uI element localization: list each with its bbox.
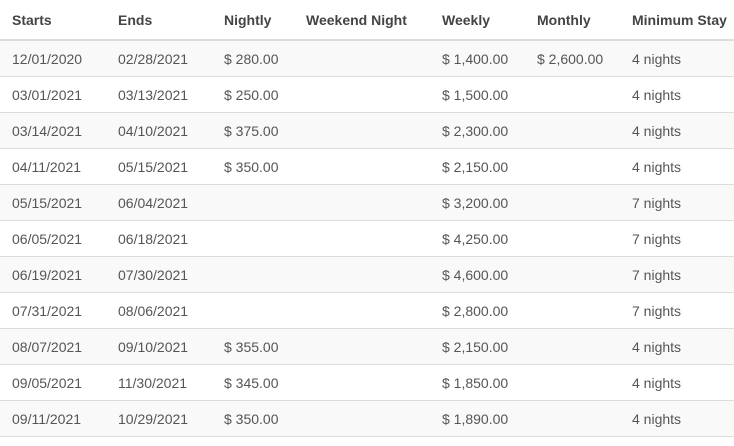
cell-nightly: $ 350.00	[212, 400, 294, 437]
table-row: 05/15/2021 06/04/2021 $ 3,200.00 7 nights	[0, 184, 734, 221]
header-row: Starts Ends Nightly Weekend Night Weekly…	[0, 0, 734, 41]
cell-monthly	[525, 76, 620, 113]
table-row: 08/07/2021 09/10/2021 $ 355.00 $ 2,150.00 4 …	[0, 328, 734, 365]
cell-minimum-stay: 7 nights	[620, 184, 734, 221]
cell-weekend-night	[294, 292, 430, 329]
cell-ends: 03/13/2021	[106, 76, 212, 113]
header-monthly: Monthly	[525, 0, 620, 41]
table-row: 07/31/2021 08/06/2021 $ 2,800.00 7 nights	[0, 292, 734, 329]
cell-weekend-night	[294, 256, 430, 293]
cell-monthly	[525, 256, 620, 293]
header-ends: Ends	[106, 0, 212, 41]
cell-minimum-stay: 4 nights	[620, 328, 734, 365]
table-row: 09/11/2021 10/29/2021 $ 350.00 $ 1,890.00 4 …	[0, 400, 734, 437]
cell-monthly	[525, 328, 620, 365]
cell-nightly: $ 280.00	[212, 40, 294, 77]
table-row: 06/19/2021 07/30/2021 $ 4,600.00 7 nights	[0, 256, 734, 293]
rates-table: Starts Ends Nightly Weekend Night Weekly…	[0, 0, 734, 437]
header-minimum-stay: Minimum Stay	[620, 0, 734, 41]
cell-weekly: $ 2,150.00	[430, 148, 525, 185]
cell-weekly: $ 2,800.00	[430, 292, 525, 329]
cell-ends: 09/10/2021	[106, 328, 212, 365]
cell-weekend-night	[294, 328, 430, 365]
cell-starts: 09/05/2021	[0, 364, 106, 401]
cell-weekend-night	[294, 40, 430, 77]
cell-ends: 10/29/2021	[106, 400, 212, 437]
cell-monthly	[525, 220, 620, 257]
cell-weekly: $ 4,600.00	[430, 256, 525, 293]
cell-starts: 05/15/2021	[0, 184, 106, 221]
cell-nightly	[212, 220, 294, 257]
cell-starts: 12/01/2020	[0, 40, 106, 77]
cell-weekly: $ 4,250.00	[430, 220, 525, 257]
cell-monthly	[525, 292, 620, 329]
cell-weekend-night	[294, 220, 430, 257]
cell-nightly: $ 355.00	[212, 328, 294, 365]
cell-starts: 07/31/2021	[0, 292, 106, 329]
cell-ends: 06/18/2021	[106, 220, 212, 257]
cell-nightly	[212, 184, 294, 221]
cell-weekend-night	[294, 76, 430, 113]
cell-nightly: $ 250.00	[212, 76, 294, 113]
cell-minimum-stay: 7 nights	[620, 220, 734, 257]
cell-weekly: $ 3,200.00	[430, 184, 525, 221]
cell-ends: 07/30/2021	[106, 256, 212, 293]
header-weekend-night: Weekend Night	[294, 0, 430, 41]
table-row: 03/14/2021 04/10/2021 $ 375.00 $ 2,300.00 4 …	[0, 112, 734, 149]
cell-minimum-stay: 4 nights	[620, 364, 734, 401]
header-nightly: Nightly	[212, 0, 294, 41]
cell-ends: 06/04/2021	[106, 184, 212, 221]
header-weekly: Weekly	[430, 0, 525, 41]
rates-table-body: 12/01/2020 02/28/2021 $ 280.00 $ 1,400.00 $ …	[0, 40, 734, 437]
cell-minimum-stay: 4 nights	[620, 148, 734, 185]
table-row: 04/11/2021 05/15/2021 $ 350.00 $ 2,150.00 4 …	[0, 148, 734, 185]
table-row: 09/05/2021 11/30/2021 $ 345.00 $ 1,850.00 4 …	[0, 364, 734, 401]
cell-monthly	[525, 112, 620, 149]
cell-monthly	[525, 184, 620, 221]
cell-weekly: $ 1,890.00	[430, 400, 525, 437]
cell-weekend-night	[294, 148, 430, 185]
cell-weekend-night	[294, 400, 430, 437]
cell-minimum-stay: 4 nights	[620, 40, 734, 77]
cell-weekend-night	[294, 364, 430, 401]
table-row: 12/01/2020 02/28/2021 $ 280.00 $ 1,400.00 $ …	[0, 40, 734, 77]
cell-ends: 08/06/2021	[106, 292, 212, 329]
cell-weekly: $ 1,850.00	[430, 364, 525, 401]
cell-starts: 06/19/2021	[0, 256, 106, 293]
rates-table-header: Starts Ends Nightly Weekend Night Weekly…	[0, 0, 734, 41]
cell-starts: 04/11/2021	[0, 148, 106, 185]
cell-starts: 08/07/2021	[0, 328, 106, 365]
cell-nightly	[212, 256, 294, 293]
cell-nightly: $ 350.00	[212, 148, 294, 185]
cell-weekly: $ 2,150.00	[430, 328, 525, 365]
cell-monthly: $ 2,600.00	[525, 40, 620, 77]
table-row: 06/05/2021 06/18/2021 $ 4,250.00 7 nights	[0, 220, 734, 257]
cell-nightly: $ 375.00	[212, 112, 294, 149]
cell-ends: 04/10/2021	[106, 112, 212, 149]
cell-ends: 11/30/2021	[106, 364, 212, 401]
cell-ends: 02/28/2021	[106, 40, 212, 77]
cell-weekly: $ 1,400.00	[430, 40, 525, 77]
cell-monthly	[525, 400, 620, 437]
header-starts: Starts	[0, 0, 106, 41]
cell-minimum-stay: 4 nights	[620, 400, 734, 437]
cell-nightly	[212, 292, 294, 329]
cell-monthly	[525, 364, 620, 401]
cell-ends: 05/15/2021	[106, 148, 212, 185]
cell-minimum-stay: 4 nights	[620, 76, 734, 113]
cell-nightly: $ 345.00	[212, 364, 294, 401]
cell-weekly: $ 1,500.00	[430, 76, 525, 113]
cell-starts: 03/14/2021	[0, 112, 106, 149]
cell-minimum-stay: 7 nights	[620, 256, 734, 293]
cell-starts: 03/01/2021	[0, 76, 106, 113]
cell-weekly: $ 2,300.00	[430, 112, 525, 149]
cell-starts: 09/11/2021	[0, 400, 106, 437]
cell-starts: 06/05/2021	[0, 220, 106, 257]
cell-weekend-night	[294, 112, 430, 149]
cell-monthly	[525, 148, 620, 185]
cell-minimum-stay: 4 nights	[620, 112, 734, 149]
cell-weekend-night	[294, 184, 430, 221]
table-row: 03/01/2021 03/13/2021 $ 250.00 $ 1,500.00 4 …	[0, 76, 734, 113]
cell-minimum-stay: 7 nights	[620, 292, 734, 329]
